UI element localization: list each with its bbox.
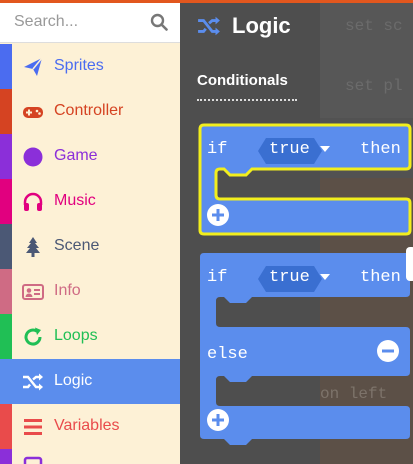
category-music[interactable]: Music <box>0 179 180 224</box>
category-label: Game <box>54 147 98 164</box>
if-keyword: if <box>207 268 228 287</box>
tree-icon <box>22 236 44 258</box>
circle-icon <box>22 146 44 168</box>
category-variables[interactable]: Variables <box>0 404 180 449</box>
boolean-dropdown[interactable]: true <box>269 268 310 287</box>
scrollbar-handle[interactable] <box>406 247 413 281</box>
code-workspace[interactable]: set sc set pl on left Logic Conditionals… <box>180 3 413 464</box>
category-label: Sprites <box>54 57 104 74</box>
paper-plane-icon <box>22 56 44 78</box>
chevron-down-icon[interactable] <box>320 274 330 282</box>
category-logic[interactable]: Logic <box>0 359 180 404</box>
list-icon <box>22 416 44 438</box>
search-input[interactable]: Search... <box>14 13 78 31</box>
category-color-bar <box>0 449 12 464</box>
category-label: Scene <box>54 237 100 254</box>
headphones-icon <box>22 191 44 213</box>
category-game[interactable]: Game <box>0 134 180 179</box>
category-color-bar <box>0 89 12 134</box>
box-icon <box>22 455 44 464</box>
category-sprites[interactable]: Sprites <box>0 44 180 89</box>
category-color-bar <box>0 269 12 314</box>
category-color-bar <box>0 179 12 224</box>
category-label: Logic <box>54 372 93 389</box>
category-color-bar <box>0 134 12 179</box>
toolbox-sidebar: Search... Sprites Controller Game Music … <box>0 3 180 464</box>
category-next-partial[interactable] <box>0 449 180 464</box>
category-label: Music <box>54 192 96 209</box>
category-scene[interactable]: Scene <box>0 224 180 269</box>
add-icon[interactable] <box>206 408 230 432</box>
search-box[interactable]: Search... <box>0 3 180 43</box>
category-label: Variables <box>54 417 120 434</box>
category-controller[interactable]: Controller <box>0 89 180 134</box>
category-info[interactable]: Info <box>0 269 180 314</box>
category-label: Loops <box>54 327 98 344</box>
loop-arrow-icon <box>22 326 44 348</box>
gamepad-icon <box>22 101 44 123</box>
shuffle-icon <box>22 371 44 393</box>
category-label: Controller <box>54 102 124 119</box>
if-then-else-block-shape <box>200 253 410 445</box>
category-label: Info <box>54 282 81 299</box>
category-color-bar <box>0 224 12 269</box>
remove-icon[interactable] <box>376 339 400 363</box>
then-keyword: then <box>360 268 401 287</box>
category-loops[interactable]: Loops <box>0 314 180 359</box>
category-color-bar <box>0 359 12 404</box>
else-keyword: else <box>207 345 248 364</box>
category-color-bar <box>0 314 12 359</box>
category-color-bar <box>0 44 12 89</box>
search-icon[interactable] <box>150 13 168 31</box>
category-color-bar <box>0 404 12 449</box>
id-card-icon <box>22 281 44 303</box>
